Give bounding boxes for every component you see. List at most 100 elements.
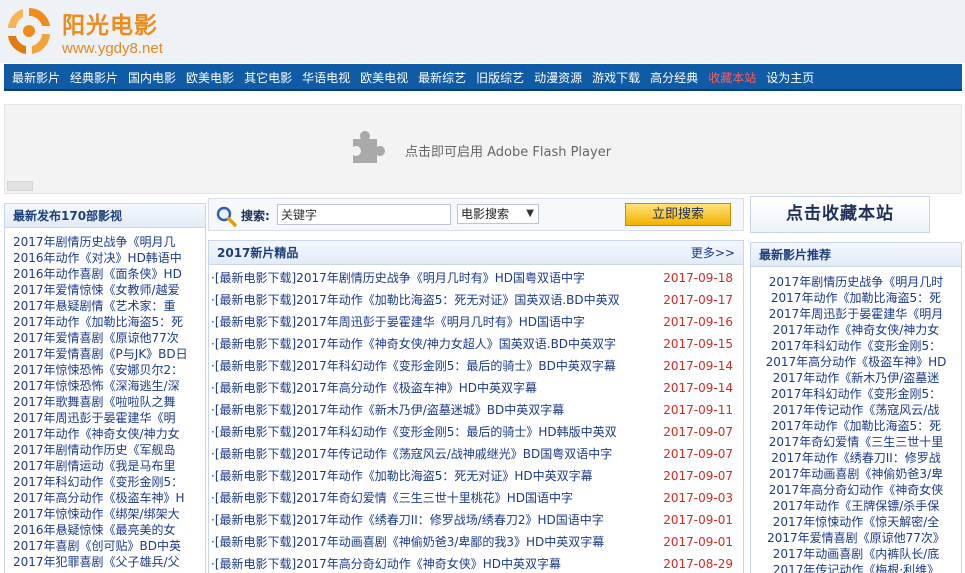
nav-item[interactable]: 华语电视 xyxy=(302,69,350,86)
search-type-value: 电影搜索 xyxy=(461,207,510,221)
movie-title-link[interactable]: ·[最新电影下载]2017年高分动作《极盗车神》HD中英双字幕 xyxy=(211,381,537,395)
movie-date: 2017-09-07 xyxy=(663,469,733,483)
latest-releases-title: 最新发布170部影视 xyxy=(5,204,205,228)
nav-item[interactable]: 其它电影 xyxy=(244,69,292,86)
list-item[interactable]: 2017年惊悚动作《绑架/绑架大 xyxy=(13,506,205,522)
movie-title-link[interactable]: ·[最新电影下载]2017年动作《加勒比海盗5：死无对证》HD中英双字幕 xyxy=(211,469,593,483)
list-item[interactable]: 2017年高分奇幻动作《神奇女侠 xyxy=(751,482,961,498)
list-item[interactable]: 2017年剧情运动《我是马布里 xyxy=(13,458,205,474)
logo-url: www.ygdy8.net xyxy=(62,40,163,57)
nav-item[interactable]: 欧美电影 xyxy=(186,69,234,86)
list-item[interactable]: 2017年动画喜剧《神偷奶爸3/卑 xyxy=(751,466,961,482)
list-item[interactable]: 2017年惊悚动作《惊天解密/全 xyxy=(751,514,961,530)
list-item[interactable]: 2017年周迅彭于晏霍建华《明 xyxy=(13,410,205,426)
movie-date: 2017-09-14 xyxy=(663,381,733,395)
movie-row: ·[最新电影下载]2017年动画喜剧《神偷奶爸3/卑鄙的我3》HD中英双字幕 20… xyxy=(209,531,743,553)
list-item[interactable]: 2017年惊悚恐怖《深海逃生/深 xyxy=(13,378,205,394)
movie-title-link[interactable]: ·[最新电影下载]2017年剧情历史战争《明月几时有》HD国粤双语中字 xyxy=(211,271,585,285)
nav-item[interactable]: 收藏本站 xyxy=(708,69,756,86)
list-item[interactable]: 2017年爱情喜剧《原谅他77次》 xyxy=(751,530,961,546)
movie-title-link[interactable]: ·[最新电影下载]2017年动作《加勒比海盗5：死无对证》国英双语.BD中英双 xyxy=(211,293,620,307)
new-movies-title: 2017新片精品 xyxy=(217,246,299,260)
list-item[interactable]: 2017年高分动作《极盗车神》H xyxy=(13,490,205,506)
movie-date: 2017-09-01 xyxy=(663,535,733,549)
movie-row: ·[最新电影下载]2017年传记动作《荡寇风云/战神戚继光》BD国粤双语中字 20… xyxy=(209,443,743,465)
list-item[interactable]: 2017年动作《王牌保镖/杀手保 xyxy=(751,498,961,514)
list-item[interactable]: 2017年爱情喜剧《原谅他77次 xyxy=(13,330,205,346)
movie-date: 2017-09-03 xyxy=(663,491,733,505)
flash-enable-text[interactable]: 点击即可启用 Adobe Flash Player xyxy=(405,141,611,160)
list-item[interactable]: 2017年高分动作《极盗车神》HD xyxy=(751,354,961,370)
list-item[interactable]: 2017年传记动作《荡寇风云/战 xyxy=(751,402,961,418)
recommended-title: 最新影片推荐 xyxy=(751,243,961,267)
dropdown-arrow-icon: ▼ xyxy=(526,208,534,219)
list-item[interactable]: 2017年动作《新木乃伊/盗墓迷 xyxy=(751,370,961,386)
movie-title-link[interactable]: ·[最新电影下载]2017年传记动作《荡寇风云/战神戚继光》BD国粤双语中字 xyxy=(211,447,612,461)
movie-title-link[interactable]: ·[最新电影下载]2017年周迅彭于晏霍建华《明月几时有》HD国语中字 xyxy=(211,315,585,329)
list-item[interactable]: 2017年奇幻爱情《三生三世十里 xyxy=(751,434,961,450)
list-item[interactable]: 2017年动作《神奇女侠/神力女 xyxy=(751,322,961,338)
new-movies-header: 2017新片精品 更多>> xyxy=(209,241,743,265)
list-item[interactable]: 2017年犯罪喜剧《父子雄兵/父 xyxy=(13,554,205,570)
list-item[interactable]: 2017年动画喜剧《内裤队长/底 xyxy=(751,546,961,562)
list-item[interactable]: 2017年动作《绣春刀II：修罗战 xyxy=(751,450,961,466)
search-button[interactable]: 立即搜索 xyxy=(625,203,731,226)
nav-item[interactable]: 高分经典 xyxy=(650,69,698,86)
movie-row: ·[最新电影下载]2017年周迅彭于晏霍建华《明月几时有》HD国语中字 2017-… xyxy=(209,311,743,333)
main-nav: 最新影片 经典影片 国内电影 欧美电影 其它电影 华语电视 欧美电视 最新综艺 旧版综艺 动漫资源… xyxy=(4,64,962,91)
list-item[interactable]: 2017年科幻动作《变形金刚5： xyxy=(751,386,961,402)
movie-row: ·[最新电影下载]2017年高分奇幻动作《神奇女侠》HD中英双字幕 2017-08… xyxy=(209,553,743,573)
search-input[interactable] xyxy=(277,204,451,225)
list-item[interactable]: 2017年科幻动作《变形金刚5： xyxy=(13,474,205,490)
nav-item[interactable]: 经典影片 xyxy=(70,69,118,86)
nav-item[interactable]: 最新影片 xyxy=(12,69,60,86)
nav-item[interactable]: 旧版综艺 xyxy=(476,69,524,86)
movie-row: ·[最新电影下载]2017年动作《加勒比海盗5：死无对证》HD中英双字幕 2017… xyxy=(209,465,743,487)
movie-title-link[interactable]: ·[最新电影下载]2017年科幻动作《变形金刚5：最后的骑士》BD中英双字幕 xyxy=(211,359,616,373)
movie-title-link[interactable]: ·[最新电影下载]2017年高分奇幻动作《神奇女侠》HD中英双字幕 xyxy=(211,557,561,571)
list-item[interactable]: 2017年传记动作《梅根·利维》 xyxy=(751,562,961,573)
list-item[interactable]: 2017年动作《加勒比海盗5：死 xyxy=(751,290,961,306)
movie-title-link[interactable]: ·[最新电影下载]2017年动作《新木乃伊/盗墓迷城》BD中英双字幕 xyxy=(211,403,564,417)
nav-item[interactable]: 最新综艺 xyxy=(418,69,466,86)
list-item[interactable]: 2017年剧情历史战争《明月几 xyxy=(13,234,205,250)
movie-title-link[interactable]: ·[最新电影下载]2017年动作《绣春刀II：修罗战场/绣春刀2》HD国语中字 xyxy=(211,513,604,527)
site-logo[interactable]: 阳光电影 www.ygdy8.net xyxy=(4,2,184,60)
list-item[interactable]: 2017年爱情喜剧《P与JK》BD日 xyxy=(13,346,205,362)
list-item[interactable]: 2017年剧情动作历史《军舰岛 xyxy=(13,442,205,458)
search-type-select[interactable]: 电影搜索 ▼ xyxy=(457,204,539,224)
list-item[interactable]: 2016年悬疑惊悚《最亮美的女 xyxy=(13,522,205,538)
list-item[interactable]: 2017年歌舞喜剧《啦啦队之舞 xyxy=(13,394,205,410)
list-item[interactable]: 2017年科幻动作《变形金刚5： xyxy=(751,338,961,354)
list-item[interactable]: 2017年爱情惊悚《女教师/越爱 xyxy=(13,282,205,298)
list-item[interactable]: 2017年惊悚恐怖《安娜贝尔2： xyxy=(13,362,205,378)
add-favorite-button[interactable]: 点击收藏本站 xyxy=(750,196,930,233)
list-item[interactable]: 2016年动作喜剧《面条侠》HD xyxy=(13,266,205,282)
movie-title-link[interactable]: ·[最新电影下载]2017年动画喜剧《神偷奶爸3/卑鄙的我3》HD中英双字幕 xyxy=(211,535,604,549)
movie-row: ·[最新电影下载]2017年动作《神奇女侠/神力女超人》国英双语.BD中英双字 2… xyxy=(209,333,743,355)
movie-title-link[interactable]: ·[最新电影下载]2017年科幻动作《变形金刚5：最后的骑士》HD韩版中英双 xyxy=(211,425,617,439)
list-item[interactable]: 2016年动作《对决》HD韩语中 xyxy=(13,250,205,266)
more-link[interactable]: 更多>> xyxy=(691,241,735,265)
movie-title-link[interactable]: ·[最新电影下载]2017年动作《神奇女侠/神力女超人》国英双语.BD中英双字 xyxy=(211,337,616,351)
nav-item[interactable]: 国内电影 xyxy=(128,69,176,86)
list-item[interactable]: 2017年剧情历史战争《明月几时 xyxy=(751,274,961,290)
nav-item[interactable]: 游戏下载 xyxy=(592,69,640,86)
list-item[interactable]: 2017年动作《加勒比海盗5：死 xyxy=(751,418,961,434)
movie-row: ·[最新电影下载]2017年动作《新木乃伊/盗墓迷城》BD中英双字幕 2017-0… xyxy=(209,399,743,421)
nav-item[interactable]: 欧美电视 xyxy=(360,69,408,86)
logo-title: 阳光电影 xyxy=(62,13,158,39)
nav-item[interactable]: 设为主页 xyxy=(766,69,814,86)
recommended-panel: 最新影片推荐 2017年剧情历史战争《明月几时 2017年动作《加勒比海盗5：死 2… xyxy=(750,242,962,573)
movie-row: ·[最新电影下载]2017年奇幻爱情《三生三世十里桃花》HD国语中字 2017-0… xyxy=(209,487,743,509)
movie-row: ·[最新电影下载]2017年科幻动作《变形金刚5：最后的骑士》HD韩版中英双 20… xyxy=(209,421,743,443)
list-item[interactable]: 2017年悬疑剧情《艺术家：重 xyxy=(13,298,205,314)
nav-item[interactable]: 动漫资源 xyxy=(534,69,582,86)
list-item[interactable]: 2017年动作《神奇女侠/神力女 xyxy=(13,426,205,442)
list-item[interactable]: 2017年动作《加勒比海盗5：死 xyxy=(13,314,205,330)
list-item[interactable]: 2017年喜剧《创可贴》BD中英 xyxy=(13,538,205,554)
movie-date: 2017-09-07 xyxy=(663,425,733,439)
flash-placeholder[interactable]: 点击即可启用 Adobe Flash Player xyxy=(4,104,962,194)
list-item[interactable]: 2017年周迅彭于晏霍建华《明月 xyxy=(751,306,961,322)
movie-title-link[interactable]: ·[最新电影下载]2017年奇幻爱情《三生三世十里桃花》HD国语中字 xyxy=(211,491,573,505)
